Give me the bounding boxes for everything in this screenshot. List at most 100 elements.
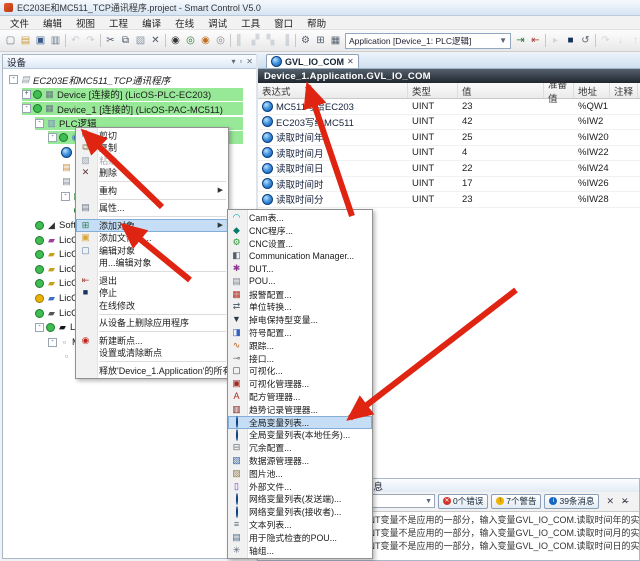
- menubar-item-帮助[interactable]: 帮助: [300, 16, 333, 30]
- table-row[interactable]: MC511写给EC203UINT23%QW1: [258, 99, 640, 115]
- menu-item-趋势记录管理器-[interactable]: ▥趋势记录管理器...: [228, 403, 372, 416]
- open-file-icon[interactable]: ▤: [18, 35, 33, 46]
- collapse-icon[interactable]: -: [35, 119, 44, 128]
- collapse-icon[interactable]: -: [61, 192, 70, 201]
- logout-icon[interactable]: ⇤: [528, 35, 543, 46]
- tree-item-EC203E和MC511_TCP通讯程序[interactable]: -▤EC203E和MC511_TCP通讯程序: [9, 73, 243, 86]
- menubar-item-工具[interactable]: 工具: [234, 16, 267, 30]
- find-icon[interactable]: ◉: [168, 35, 183, 46]
- collapse-icon[interactable]: -: [48, 133, 57, 142]
- table-row[interactable]: 读取时间时UINT17%IW26: [258, 177, 640, 193]
- menu-item-冗余配置-[interactable]: ⊟冗余配置...: [228, 441, 372, 454]
- menu-item-可视化-[interactable]: ▢可视化...: [228, 365, 372, 378]
- menu-item-全局变量列表-[interactable]: 全局变量列表...: [228, 416, 372, 429]
- tree-item-Device_1-连接的-LicOS-PAC-MC511-[interactable]: -▦Device_1 [连接的] (LicOS-PAC-MC511): [22, 102, 243, 115]
- menubar-item-窗口[interactable]: 窗口: [267, 16, 300, 30]
- column-header-类型[interactable]: 类型: [408, 83, 458, 98]
- menu-item-退出[interactable]: ⇤退出: [76, 274, 228, 287]
- menu-item-添加对象[interactable]: ⊞添加对象▶: [76, 219, 228, 232]
- login-icon[interactable]: ⇥: [513, 35, 528, 46]
- find-next-icon[interactable]: ◎: [183, 35, 198, 46]
- menu-item-在线修改[interactable]: 在线修改: [76, 299, 228, 312]
- filter-button-errors[interactable]: ✕0个错误: [438, 494, 488, 509]
- menu-item-CNC设置-[interactable]: ⚙CNC设置...: [228, 237, 372, 250]
- generate-code-icon[interactable]: ⊞: [313, 35, 328, 46]
- menu-item-用于隐式检查的POU-[interactable]: ▤用于隐式检查的POU...: [228, 531, 372, 544]
- menu-item-设置或清除断点[interactable]: 设置或清除断点: [76, 347, 228, 360]
- menubar-item-工程[interactable]: 工程: [102, 16, 135, 30]
- menu-item-掉电保持型变量-[interactable]: ▼掉电保持型变量...: [228, 313, 372, 326]
- print-icon[interactable]: ▥: [48, 35, 63, 46]
- menubar-item-文件[interactable]: 文件: [3, 16, 36, 30]
- menu-item-Communication-Manager-[interactable]: ◧Communication Manager...: [228, 249, 372, 262]
- menu-item-添加文件夹-[interactable]: ▣添加文件夹...: [76, 232, 228, 245]
- panel-close-icon[interactable]: ✕: [246, 57, 253, 66]
- build-icon[interactable]: ⚙: [298, 35, 313, 46]
- menu-item-文本列表-[interactable]: ≡文本列表...: [228, 518, 372, 531]
- clear-messages-icon[interactable]: ✕: [606, 496, 614, 507]
- table-row[interactable]: 读取时间年UINT25%IW20: [258, 130, 640, 146]
- tree-item-Device-连接的-LicOS-PLC-EC203-[interactable]: +▦Device [连接的] (LicOS-PLC-EC203): [22, 88, 243, 101]
- menu-item-轴组-[interactable]: ✳轴组...: [228, 544, 372, 557]
- collapse-icon[interactable]: -: [35, 323, 44, 332]
- table-row[interactable]: 读取时间月UINT4%IW22: [258, 146, 640, 162]
- menu-item-DUT-[interactable]: ✱DUT...: [228, 262, 372, 275]
- tab-gvl-io-com[interactable]: GVL_IO_COM ✕: [266, 54, 359, 68]
- table-row[interactable]: 读取时间分UINT23%IW28: [258, 192, 640, 208]
- menu-item-外部文件-[interactable]: ▯外部文件...: [228, 480, 372, 493]
- menu-item-单位转换-[interactable]: ⇄单位转换...: [228, 301, 372, 314]
- clean-icon[interactable]: ▦: [328, 35, 343, 46]
- menu-item-剪切[interactable]: ✂剪切: [76, 129, 228, 142]
- column-header-表达式[interactable]: 表达式: [258, 83, 408, 98]
- replace-icon[interactable]: ◉: [198, 35, 213, 46]
- column-header-准备值[interactable]: 准备值: [544, 83, 574, 98]
- panel-dropdown-icon[interactable]: ▾: [231, 57, 235, 66]
- column-header-值[interactable]: 值: [458, 83, 544, 98]
- menu-item-跟踪-[interactable]: ∿跟踪...: [228, 339, 372, 352]
- menubar-item-编辑[interactable]: 编辑: [36, 16, 69, 30]
- menubar-item-调试[interactable]: 调试: [201, 16, 234, 30]
- menu-item-POU-[interactable]: ▤POU...: [228, 275, 372, 288]
- menu-item-复制[interactable]: ⧉复制: [76, 142, 228, 155]
- tab-close-icon[interactable]: ✕: [347, 57, 354, 66]
- menu-item-网络变量列表-发送端-[interactable]: 网络变量列表(发送端)...: [228, 493, 372, 506]
- column-header-注释[interactable]: 注释: [610, 83, 638, 98]
- table-row[interactable]: 读取时间日UINT22%IW24: [258, 161, 640, 177]
- cut-icon[interactable]: ✂: [103, 35, 118, 46]
- delete-icon[interactable]: ✕: [148, 35, 163, 46]
- expand-icon[interactable]: +: [22, 90, 31, 99]
- menu-item-属性-[interactable]: ▤属性...: [76, 202, 228, 215]
- menu-item-配方管理器-[interactable]: A配方管理器...: [228, 390, 372, 403]
- menu-item-接口-[interactable]: ⊸接口...: [228, 352, 372, 365]
- menu-item-停止[interactable]: ■停止: [76, 287, 228, 300]
- menu-item-网络变量列表-接收者-[interactable]: 网络变量列表(接收者)...: [228, 505, 372, 518]
- menubar-item-在线[interactable]: 在线: [168, 16, 201, 30]
- menu-item-Cam表-[interactable]: ◠Cam表...: [228, 211, 372, 224]
- menu-item-释放-Device_1-Application-的所有值[interactable]: 释放'Device_1.Application'的所有值: [76, 364, 228, 377]
- reset-icon[interactable]: ↺: [578, 35, 593, 46]
- replace-next-icon[interactable]: ◎: [213, 35, 228, 46]
- column-header-地址[interactable]: 地址: [574, 83, 610, 98]
- new-file-icon[interactable]: ▢: [3, 35, 18, 46]
- collapse-icon[interactable]: -: [48, 338, 57, 347]
- menu-item-删除[interactable]: ✕删除: [76, 167, 228, 180]
- menu-item-粘贴[interactable]: ▧粘贴: [76, 154, 228, 167]
- copy-icon[interactable]: ⧉: [118, 35, 133, 46]
- menu-item-全局变量列表-本地任务-[interactable]: 全局变量列表(本地任务)...: [228, 429, 372, 442]
- menu-item-报警配置-[interactable]: ▦报警配置...: [228, 288, 372, 301]
- menu-item-数据源管理器-[interactable]: ▧数据源管理器...: [228, 454, 372, 467]
- menu-item-CNC程序-[interactable]: ◆CNC程序...: [228, 224, 372, 237]
- menu-item-用-编辑对象[interactable]: 用...编辑对象: [76, 257, 228, 270]
- menubar-item-视图[interactable]: 视图: [69, 16, 102, 30]
- filter-button-infos[interactable]: i39条消息: [544, 494, 599, 509]
- save-icon[interactable]: ▣: [33, 35, 48, 46]
- collapse-icon[interactable]: -: [9, 75, 18, 84]
- table-row[interactable]: EC203写给MC511UINT42%IW2: [258, 115, 640, 131]
- menu-item-编辑对象[interactable]: ▢编辑对象: [76, 244, 228, 257]
- menu-item-可视化管理器-[interactable]: ▣可视化管理器...: [228, 377, 372, 390]
- paste-icon[interactable]: ▧: [133, 35, 148, 46]
- stop-icon[interactable]: ■: [563, 35, 578, 46]
- menubar-item-编译[interactable]: 编译: [135, 16, 168, 30]
- filter-button-warnings[interactable]: !7个警告: [491, 494, 541, 509]
- menu-item-符号配置-[interactable]: ◨符号配置...: [228, 326, 372, 339]
